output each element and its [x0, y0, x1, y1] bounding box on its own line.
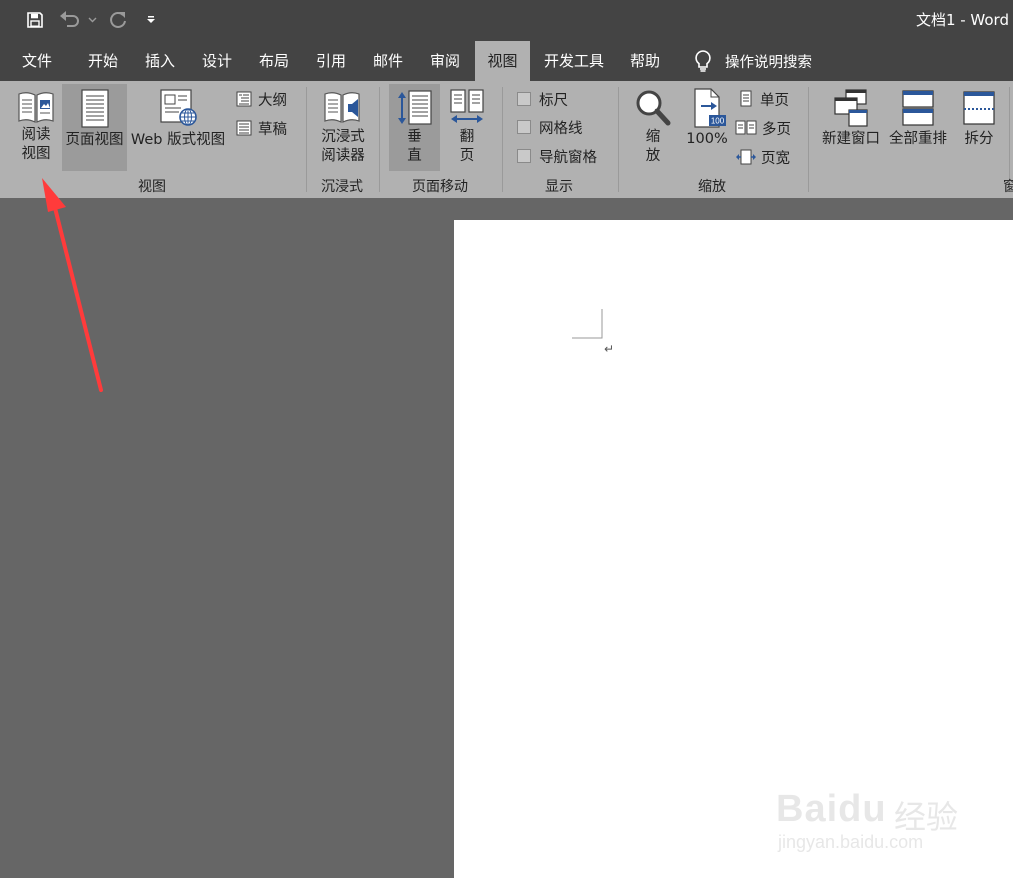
annotation-arrow: [42, 178, 103, 392]
watermark-logo: Baidu: [776, 788, 887, 830]
baidu-watermark: Baidu 经验 jingyan.baidu.com: [776, 770, 976, 860]
watermark-url: jingyan.baidu.com: [778, 832, 924, 852]
